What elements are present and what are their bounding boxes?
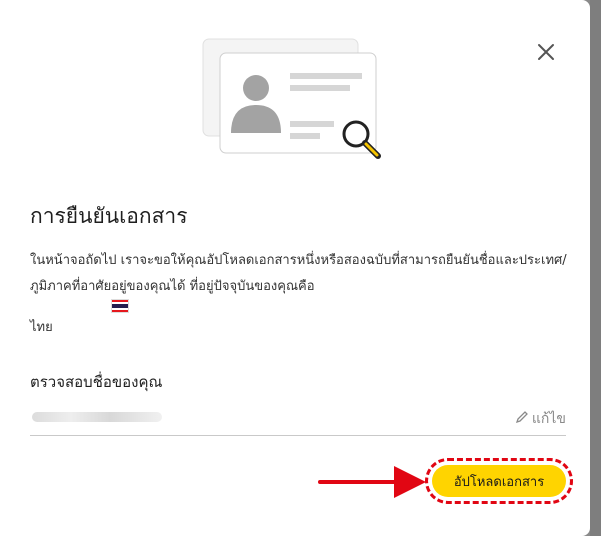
country-value: ไทย: [30, 320, 53, 335]
edit-label: แก้ไข: [531, 411, 566, 427]
edit-name-link[interactable]: แก้ไข: [515, 408, 566, 430]
name-field: แก้ไข: [30, 404, 566, 436]
red-arrow-annotation: [318, 466, 426, 498]
document-verification-dialog: การยืนยันเอกสาร ในหน้าจอถัดไป เราจะขอให้…: [0, 0, 590, 536]
dialog-description: ในหน้าจอถัดไป เราจะขอให้คุณอัปโหลดเอกสาร…: [30, 253, 567, 294]
dialog-title: การยืนยันเอกสาร: [30, 204, 188, 228]
thailand-flag-icon: [111, 299, 129, 313]
check-name-heading: ตรวจสอบชื่อของคุณ: [30, 373, 163, 391]
background-overlay: [590, 0, 601, 536]
pencil-icon: [515, 410, 529, 428]
redacted-name: [32, 412, 162, 422]
close-icon[interactable]: [534, 40, 558, 64]
id-card-illustration: [200, 35, 390, 170]
upload-document-button[interactable]: อัปโหลดเอกสาร: [432, 465, 566, 497]
